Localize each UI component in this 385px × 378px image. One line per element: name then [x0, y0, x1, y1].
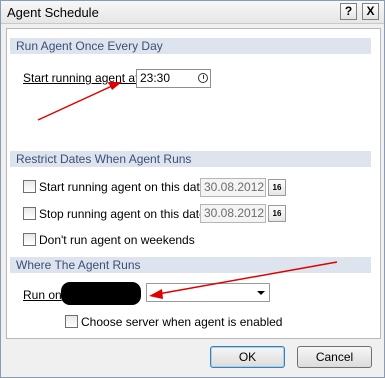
annotation-arrow-line	[157, 261, 338, 295]
annotation-arrow-line	[37, 85, 113, 121]
annotation-arrowhead	[149, 289, 163, 299]
annotation-arrows	[37, 82, 338, 299]
annotation-arrowhead	[108, 82, 122, 90]
